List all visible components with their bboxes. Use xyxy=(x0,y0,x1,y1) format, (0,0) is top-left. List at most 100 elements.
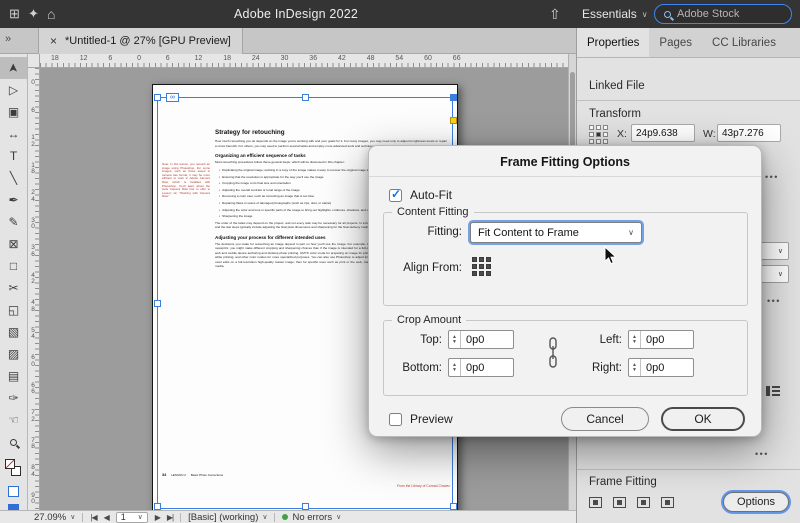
proxy-cell[interactable] xyxy=(472,271,477,276)
preview-checkbox[interactable]: ✓ xyxy=(389,412,402,426)
line-tool[interactable]: ╲ xyxy=(0,167,27,189)
proxy-cell[interactable] xyxy=(596,132,601,137)
preflight-profile-select[interactable]: [Basic] (working) ∨ xyxy=(188,512,267,523)
stepper[interactable]: ▲ ▼ xyxy=(449,331,461,348)
next-page-button[interactable]: ▶ xyxy=(155,513,161,522)
left-field[interactable]: ▲ ▼ 0p0 xyxy=(628,330,694,349)
selection-handle[interactable] xyxy=(450,94,457,101)
fill-frame-proportionally-button[interactable] xyxy=(585,492,605,512)
more-options-icon[interactable]: ••• xyxy=(765,172,779,182)
vertical-ruler[interactable]: 0 6 1 2 1 8 2 4 3 0 3 6 4 2 4 8 5 4 6 0 6 6 7 2 7 8 8 … xyxy=(28,68,40,510)
normal-view-button[interactable] xyxy=(0,482,27,500)
frame-fitting-options-button[interactable]: Options xyxy=(723,492,789,512)
panel-collapse-icon[interactable]: » xyxy=(5,33,11,45)
proxy-cell[interactable] xyxy=(596,139,601,144)
type-tool[interactable]: T xyxy=(0,145,27,167)
preflight-status[interactable]: No errors ∨ xyxy=(282,512,341,523)
document-tab[interactable]: × *Untitled-1 @ 27% [GPU Preview] xyxy=(38,28,243,54)
corner-edit-handle[interactable] xyxy=(450,117,457,124)
ruler-corner[interactable] xyxy=(28,54,40,68)
note-tool[interactable]: ▤ xyxy=(0,365,27,387)
direct-selection-tool[interactable]: ▷ xyxy=(0,79,27,101)
tab-cc-libraries[interactable]: CC Libraries xyxy=(702,28,786,57)
adobe-stock-search-input[interactable]: Adobe Stock xyxy=(654,4,792,24)
zoom-level-select[interactable]: 27.09% ∨ xyxy=(34,512,75,523)
x-field[interactable]: 24p9.638 xyxy=(631,124,695,142)
rectangle-tool[interactable]: □ xyxy=(0,255,27,277)
rectangle-frame-tool[interactable]: ⊠ xyxy=(0,233,27,255)
proxy-cell[interactable] xyxy=(603,139,608,144)
scissors-tool[interactable]: ✂ xyxy=(0,277,27,299)
proxy-cell[interactable] xyxy=(596,125,601,130)
bottom-field[interactable]: ▲ ▼ 0p0 xyxy=(448,358,514,377)
free-transform-tool[interactable]: ◱ xyxy=(0,299,27,321)
auto-fit-checkbox[interactable]: ✓ xyxy=(389,187,402,202)
proxy-cell[interactable] xyxy=(479,271,484,276)
page-number-select[interactable]: 1 ∨ xyxy=(115,511,148,523)
statusbar: 27.09% ∨ |◀ ◀ 1 ∨ ▶ ▶| [Basic] (working)… xyxy=(0,510,576,523)
more-options-icon[interactable]: ••• xyxy=(755,449,769,459)
proxy-cell[interactable] xyxy=(472,264,477,269)
selection-tool[interactable]: ➤ xyxy=(0,57,27,79)
ok-button[interactable]: OK xyxy=(661,407,745,431)
selection-handle[interactable] xyxy=(302,94,309,101)
tab-pages[interactable]: Pages xyxy=(649,28,702,57)
proxy-cell[interactable] xyxy=(479,257,484,262)
page-tool[interactable]: ▣ xyxy=(0,101,27,123)
more-options-icon[interactable]: ••• xyxy=(767,296,781,306)
pencil-tool[interactable]: ✎ xyxy=(0,211,27,233)
link-badge-icon[interactable]: ∞ xyxy=(166,93,179,102)
share-icon[interactable]: ⇧ xyxy=(549,6,561,22)
proxy-cell[interactable] xyxy=(472,257,477,262)
proxy-cell[interactable] xyxy=(479,264,484,269)
proxy-cell[interactable] xyxy=(603,125,608,130)
eyedropper-tool[interactable]: ✑ xyxy=(0,387,27,409)
stepper[interactable]: ▲ ▼ xyxy=(449,359,461,376)
home-icon[interactable]: ⌂ xyxy=(47,6,55,22)
gradient-feather-tool[interactable]: ▨ xyxy=(0,343,27,365)
fill-swatch[interactable] xyxy=(5,459,15,469)
align-from-proxy[interactable] xyxy=(472,257,491,276)
fit-content-proportionally-button[interactable] xyxy=(609,492,629,512)
cancel-button[interactable]: Cancel xyxy=(561,407,649,431)
text-wrap-icon[interactable] xyxy=(765,384,781,398)
w-field[interactable]: 43p7.276 xyxy=(717,124,781,142)
first-page-button[interactable]: |◀ xyxy=(90,513,97,522)
transform-reference-proxy[interactable] xyxy=(589,125,608,144)
proxy-cell[interactable] xyxy=(603,132,608,137)
proxy-cell[interactable] xyxy=(589,139,594,144)
proxy-cell[interactable] xyxy=(486,264,491,269)
stepper[interactable]: ▲ ▼ xyxy=(629,331,641,348)
top-field[interactable]: ▲ ▼ 0p0 xyxy=(448,330,514,349)
gradient-swatch-tool[interactable]: ▧ xyxy=(0,321,27,343)
last-page-button[interactable]: ▶| xyxy=(167,513,174,522)
fill-stroke-swatches[interactable] xyxy=(0,456,27,480)
close-icon[interactable]: × xyxy=(50,34,57,48)
proxy-cell[interactable] xyxy=(486,257,491,262)
right-field[interactable]: ▲ ▼ 0p0 xyxy=(628,358,694,377)
pen-tool[interactable]: ✒ xyxy=(0,189,27,211)
fitting-select[interactable]: Fit Content to Frame ∨ xyxy=(470,222,642,243)
proxy-cell[interactable] xyxy=(589,132,594,137)
vruler-label: 6 0 xyxy=(31,354,35,368)
link-crop-values-icon[interactable] xyxy=(546,332,560,374)
fit-frame-to-content-button[interactable] xyxy=(633,492,653,512)
sparkle-icon[interactable]: ✦ xyxy=(28,6,39,22)
previous-page-button[interactable]: ◀ xyxy=(104,513,110,522)
selection-handle[interactable] xyxy=(154,94,161,101)
horizontal-ruler[interactable]: 18 12 6 0 6 12 18 24 30 36 42 48 54 60 66 xyxy=(40,54,568,68)
zoom-tool[interactable] xyxy=(0,431,27,453)
tab-properties[interactable]: Properties xyxy=(577,28,650,57)
workspace-switcher[interactable]: Essentials ∨ xyxy=(582,7,648,21)
stepper[interactable]: ▲ ▼ xyxy=(629,359,641,376)
selection-handle[interactable] xyxy=(302,503,309,510)
hand-tool[interactable]: ☜ xyxy=(0,409,27,431)
proxy-cell[interactable] xyxy=(486,271,491,276)
selection-handle[interactable] xyxy=(450,503,457,510)
selection-handle[interactable] xyxy=(154,300,161,307)
grid-icon[interactable]: ⊞ xyxy=(9,6,20,22)
proxy-cell[interactable] xyxy=(589,125,594,130)
fit-content-to-frame-button[interactable] xyxy=(657,492,677,512)
selection-handle[interactable] xyxy=(154,503,161,510)
gap-tool[interactable]: ↔ xyxy=(0,123,27,145)
